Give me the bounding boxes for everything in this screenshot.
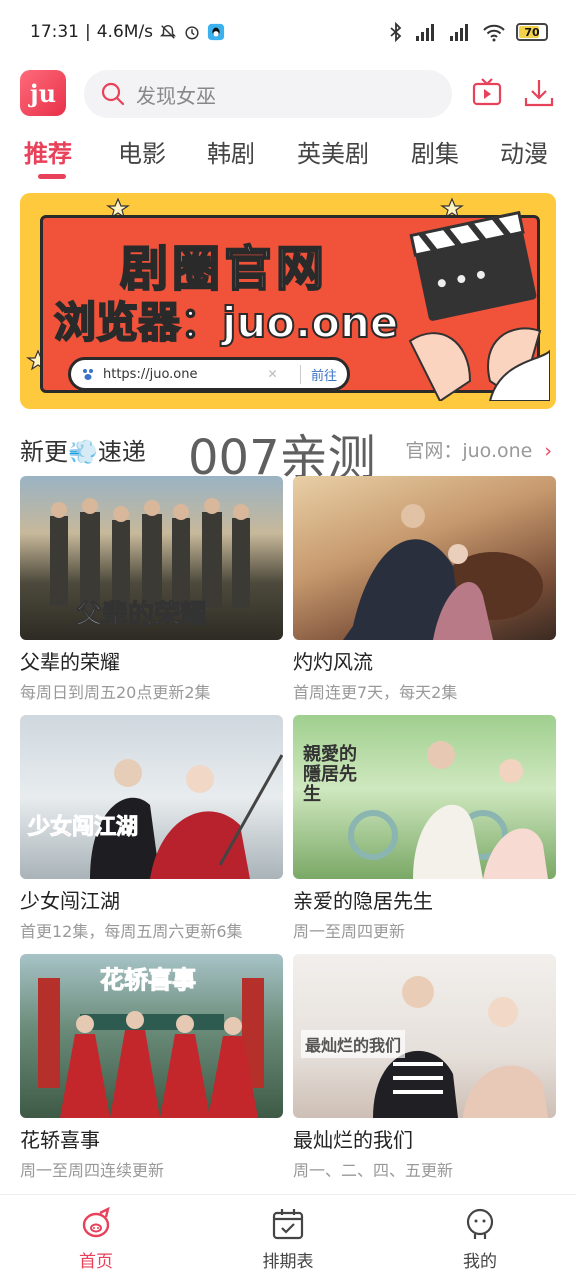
download-icon[interactable] xyxy=(522,76,556,110)
drama-card[interactable]: 父辈的荣耀 父辈的荣耀 每周日到周五20点更新2集 xyxy=(20,476,283,703)
app-header: ju 发现女巫 xyxy=(0,66,576,120)
tab-series[interactable]: 剧集 xyxy=(411,134,459,169)
search-placeholder: 发现女巫 xyxy=(136,83,216,108)
tab-active-indicator xyxy=(38,174,66,179)
section-header: 新更💨速递 007亲测 官网：juo.one › xyxy=(20,414,556,486)
card-subtitle: 首更12集，每周五周六更新6集 xyxy=(20,922,243,941)
alarm-icon xyxy=(185,26,199,40)
battery-level: 70 xyxy=(524,25,540,39)
tab-western-drama[interactable]: 英美剧 xyxy=(297,134,369,169)
net-speed: 4.6M/s xyxy=(96,22,154,42)
card-title: 最灿烂的我们 xyxy=(293,1128,413,1152)
search-icon xyxy=(101,82,125,106)
poster-figures xyxy=(343,504,543,640)
drama-card[interactable]: 少女闯江湖 少女闯江湖 首更12集，每周五周六更新6集 xyxy=(20,715,283,942)
poster-thumb: 花轿喜事 xyxy=(20,954,283,1118)
tab-movie[interactable]: 电影 xyxy=(118,134,166,169)
signal-icon xyxy=(416,24,434,41)
search-bar[interactable]: 发现女巫 xyxy=(84,70,452,118)
poster-thumb: 父辈的荣耀 xyxy=(20,476,283,640)
drama-card[interactable]: 灼灼风流 首周连更7天，每天2集 xyxy=(293,476,556,703)
status-separator: | xyxy=(85,22,91,42)
bottom-navigation: 首页 排期表 我的 xyxy=(0,1194,576,1280)
mute-bell-icon xyxy=(159,24,177,39)
banner-url-bar: https://juo.one ✕ 前往 xyxy=(68,357,350,391)
poster-title-text: 父辈的荣耀 xyxy=(75,600,207,631)
app-logo[interactable]: ju xyxy=(20,70,66,116)
poster-thumb: 親愛的隱居先生 xyxy=(293,715,556,879)
drama-card[interactable]: 最灿烂的我们 最灿烂的我们 周一、二、四、五更新 xyxy=(293,954,556,1181)
poster-title-text: 花轿喜事 xyxy=(100,965,197,995)
card-title: 父辈的荣耀 xyxy=(20,650,120,674)
nav-schedule[interactable]: 排期表 xyxy=(228,1207,348,1272)
nav-home[interactable]: 首页 xyxy=(36,1207,156,1272)
promo-banner[interactable]: 剧圈官网 浏览器：juo.one https://juo.one ✕ 前往 xyxy=(20,193,556,409)
home-pig-icon xyxy=(82,1207,110,1238)
official-site-text: 官网：juo.one xyxy=(405,440,533,462)
poster-thumb: 少女闯江湖 xyxy=(20,715,283,879)
nav-home-label: 首页 xyxy=(79,1252,113,1272)
card-subtitle: 每周日到周五20点更新2集 xyxy=(20,683,211,702)
chevron-right-icon: › xyxy=(544,440,552,462)
tab-recommend[interactable]: 推荐 xyxy=(24,134,72,169)
paw-icon xyxy=(83,369,93,380)
drama-card[interactable]: 花轿喜事 花轿喜事 周一至周四连续更新 xyxy=(20,954,283,1181)
tab-korean-drama[interactable]: 韩剧 xyxy=(207,134,255,169)
clear-icon: ✕ xyxy=(267,367,278,381)
calendar-icon xyxy=(272,1209,304,1240)
nav-profile[interactable]: 我的 xyxy=(420,1207,540,1272)
status-right: 70 xyxy=(388,22,548,42)
poster-title-text: 最灿烂的我们 xyxy=(301,1030,406,1058)
wifi-icon xyxy=(483,24,505,42)
section-title: 新更💨速递 xyxy=(20,438,146,466)
battery-icon: 70 xyxy=(516,23,548,41)
card-title: 少女闯江湖 xyxy=(20,889,120,913)
card-subtitle: 周一至周四连续更新 xyxy=(20,1161,165,1180)
banner-subtitle: 浏览器：juo.one xyxy=(53,297,399,348)
card-subtitle: 首周连更7天，每天2集 xyxy=(293,683,458,702)
category-tabs: 推荐 电影 韩剧 英美剧 剧集 动漫 xyxy=(0,128,576,184)
clock: 17:31 xyxy=(30,22,79,42)
nav-schedule-label: 排期表 xyxy=(262,1252,314,1272)
qq-icon xyxy=(207,23,225,41)
profile-icon xyxy=(466,1208,494,1239)
banner-url-text: https://juo.one xyxy=(103,366,198,382)
poster-title-text: 親愛的隱居先生 xyxy=(303,744,357,805)
card-title: 灼灼风流 xyxy=(293,650,373,674)
tab-anime[interactable]: 动漫 xyxy=(500,134,548,169)
card-title: 亲爱的隐居先生 xyxy=(293,889,433,913)
signal-icon-2 xyxy=(450,24,468,41)
poster-title-text: 少女闯江湖 xyxy=(27,814,139,841)
poster-thumb xyxy=(293,476,556,640)
poster-thumb: 最灿烂的我们 xyxy=(293,954,556,1118)
bluetooth-icon xyxy=(390,22,402,42)
banner-go-label: 前往 xyxy=(299,364,337,384)
status-bar: 17:31 | 4.6M/s 70 xyxy=(0,0,576,66)
card-subtitle: 周一至周四更新 xyxy=(293,922,406,941)
card-subtitle: 周一、二、四、五更新 xyxy=(293,1161,454,1180)
official-site-link[interactable]: 官网：juo.one › xyxy=(405,436,552,463)
nav-profile-label: 我的 xyxy=(463,1252,497,1272)
poster-figures xyxy=(90,754,283,879)
tv-icon[interactable] xyxy=(470,76,504,110)
status-left: 17:31 | 4.6M/s xyxy=(30,22,225,42)
drama-card[interactable]: 親愛的隱居先生 亲爱的隐居先生 周一至周四更新 xyxy=(293,715,556,942)
card-title: 花轿喜事 xyxy=(20,1128,100,1152)
clapperboard-illustration xyxy=(408,211,550,401)
